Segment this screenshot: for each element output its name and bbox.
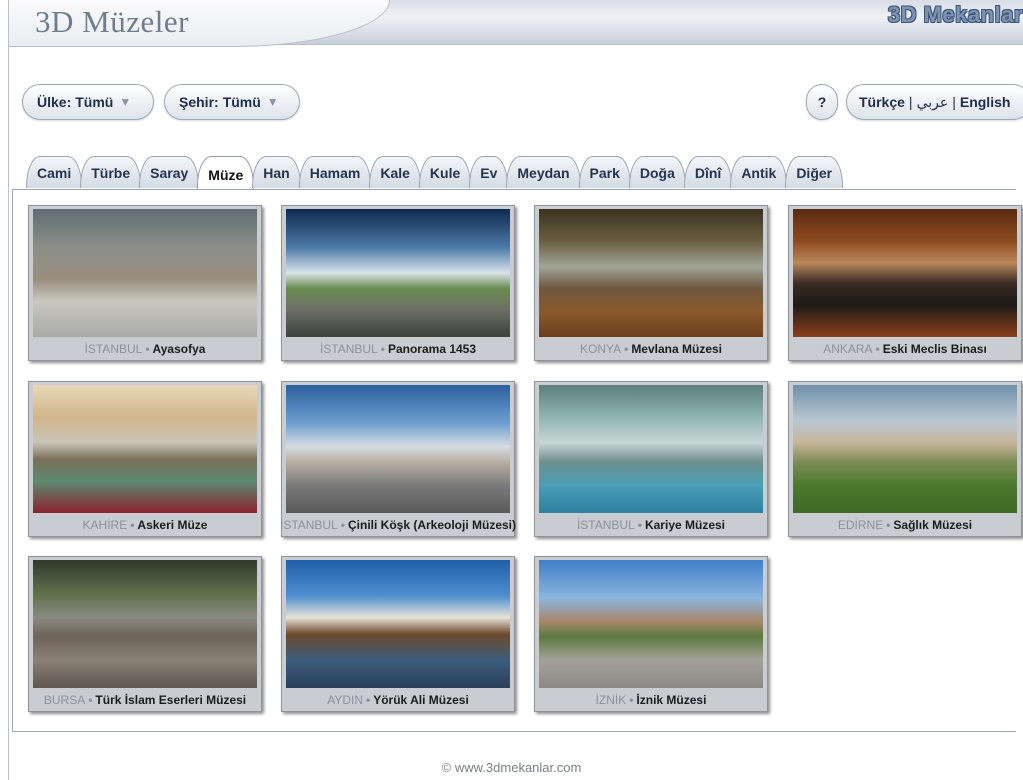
museum-card[interactable]: AYDIN • Yörük Ali Müzesi <box>281 556 515 712</box>
chevron-down-icon: ▼ <box>119 95 132 109</box>
city-label: AYDIN <box>327 693 363 707</box>
museum-name: Eski Meclis Binası <box>882 342 987 356</box>
museum-card[interactable]: BURSA • Türk İslam Eserleri Müzesi <box>28 556 262 712</box>
museum-caption[interactable]: İSTANBUL • Ayasofya <box>29 338 261 360</box>
panorama-thumbnail[interactable] <box>286 385 510 513</box>
lang-separator: | <box>908 94 913 110</box>
lang-turkish-link[interactable]: Türkçe <box>859 94 905 110</box>
city-label: İSTANBUL <box>576 518 635 532</box>
panorama-thumbnail[interactable] <box>539 209 763 337</box>
lang-arabic-link[interactable]: عربي <box>917 94 949 111</box>
city-label: KAHİRE <box>82 518 128 532</box>
tab-antik[interactable]: Antik <box>730 156 788 188</box>
city-label: KONYA <box>579 342 622 356</box>
city-label: İSTANBUL <box>319 342 378 356</box>
museum-caption[interactable]: KAHİRE • Askeri Müze <box>29 514 261 536</box>
city-label: İSTANBUL <box>279 518 338 532</box>
tab-diger[interactable]: Diğer <box>785 156 844 188</box>
museum-card[interactable]: KAHİRE • Askeri Müze <box>28 381 262 537</box>
museum-caption[interactable]: İSTANBUL • Panorama 1453 <box>282 338 514 360</box>
panorama-thumbnail[interactable] <box>539 385 763 513</box>
museum-name: Ayasofya <box>152 342 206 356</box>
tab-kale[interactable]: Kale <box>369 156 421 188</box>
museum-caption[interactable]: ANKARA • Eski Meclis Binası <box>789 338 1021 360</box>
tab-park[interactable]: Park <box>578 156 631 188</box>
tab-han[interactable]: Han <box>252 156 301 188</box>
tab-hamam[interactable]: Hamam <box>298 156 372 188</box>
museum-name: Türk İslam Eserleri Müzesi <box>95 693 247 707</box>
museum-name: Askeri Müze <box>137 518 208 532</box>
museum-caption[interactable]: EDİRNE • Sağlık Müzesi <box>789 514 1021 536</box>
panorama-thumbnail[interactable] <box>793 385 1017 513</box>
panorama-thumbnail[interactable] <box>33 560 257 688</box>
museum-card[interactable]: İSTANBUL • Panorama 1453 <box>281 205 515 361</box>
museum-name: Sağlık Müzesi <box>893 518 973 532</box>
panorama-thumbnail[interactable] <box>539 560 763 688</box>
city-label: İSTANBUL <box>84 342 143 356</box>
museum-card[interactable]: İSTANBUL • Ayasofya <box>28 205 262 361</box>
language-selector: Türkçe | عربي | English <box>846 84 1023 120</box>
country-filter-label: Ülke: <box>37 94 72 110</box>
tab-muze[interactable]: Müze <box>197 156 255 190</box>
city-filter-value: Tümü <box>222 94 261 110</box>
footer-copyright: © www.3dmekanlar.com <box>441 760 582 775</box>
museum-caption[interactable]: İSTANBUL • Çinili Köşk (Arkeoloji Müzesi… <box>279 514 517 536</box>
museum-card[interactable]: İZNİK • İznik Müzesi <box>534 556 768 712</box>
museum-card[interactable]: ANKARA • Eski Meclis Binası <box>788 205 1022 361</box>
help-button[interactable]: ? <box>806 84 838 120</box>
tab-turbe[interactable]: Türbe <box>80 156 142 188</box>
country-filter-dropdown[interactable]: Ülke: Tümü ▼ <box>22 84 154 120</box>
museum-name: Mevlana Müzesi <box>631 342 723 356</box>
museum-name: Panorama 1453 <box>387 342 477 356</box>
museum-card[interactable]: EDİRNE • Sağlık Müzesi <box>788 381 1022 537</box>
museum-caption[interactable]: İSTANBUL • Kariye Müzesi <box>535 514 767 536</box>
panorama-thumbnail[interactable] <box>286 560 510 688</box>
tab-cami[interactable]: Cami <box>26 156 83 188</box>
museum-caption[interactable]: AYDIN • Yörük Ali Müzesi <box>282 689 514 711</box>
category-tabs: Cami Türbe Saray Müze Han Hamam Kale Kul… <box>26 156 844 190</box>
museum-caption[interactable]: İZNİK • İznik Müzesi <box>535 689 767 711</box>
chevron-down-icon: ▼ <box>266 95 279 109</box>
tab-dini[interactable]: Dînî <box>683 156 733 188</box>
tab-ev[interactable]: Ev <box>469 156 509 188</box>
city-label: ANKARA <box>823 342 873 356</box>
site-brand-logo[interactable]: 3D Mekanlar <box>888 2 1023 28</box>
help-icon: ? <box>817 94 827 110</box>
tab-doga[interactable]: Doğa <box>628 156 686 188</box>
page-title: 3D Müzeler <box>35 4 189 39</box>
museum-caption[interactable]: KONYA • Mevlana Müzesi <box>535 338 767 360</box>
museum-card[interactable]: İSTANBUL • Çinili Köşk (Arkeoloji Müzesi… <box>279 381 517 537</box>
panorama-thumbnail[interactable] <box>33 385 257 513</box>
museum-card[interactable]: İSTANBUL • Kariye Müzesi <box>534 381 768 537</box>
tab-meydan[interactable]: Meydan <box>506 156 581 188</box>
tab-saray[interactable]: Saray <box>139 156 200 188</box>
city-label: İZNİK <box>595 693 627 707</box>
city-label: EDİRNE <box>837 518 884 532</box>
museum-name: Kariye Müzesi <box>644 518 726 532</box>
museum-name: Yörük Ali Müzesi <box>373 693 469 707</box>
panorama-thumbnail[interactable] <box>793 209 1017 337</box>
museum-name: İznik Müzesi <box>636 693 707 707</box>
museum-name: Çinili Köşk (Arkeoloji Müzesi) <box>347 518 517 532</box>
city-filter-label: Şehir: <box>179 94 219 110</box>
tab-kule[interactable]: Kule <box>418 156 472 188</box>
city-label: BURSA <box>43 693 86 707</box>
panorama-thumbnail[interactable] <box>286 209 510 337</box>
city-filter-dropdown[interactable]: Şehir: Tümü ▼ <box>164 84 300 120</box>
lang-english-link[interactable]: English <box>960 94 1011 110</box>
museum-caption[interactable]: BURSA • Türk İslam Eserleri Müzesi <box>29 689 261 711</box>
museum-card[interactable]: KONYA • Mevlana Müzesi <box>534 205 768 361</box>
panorama-thumbnail[interactable] <box>33 209 257 337</box>
lang-separator: | <box>952 94 956 110</box>
country-filter-value: Tümü <box>75 94 114 110</box>
